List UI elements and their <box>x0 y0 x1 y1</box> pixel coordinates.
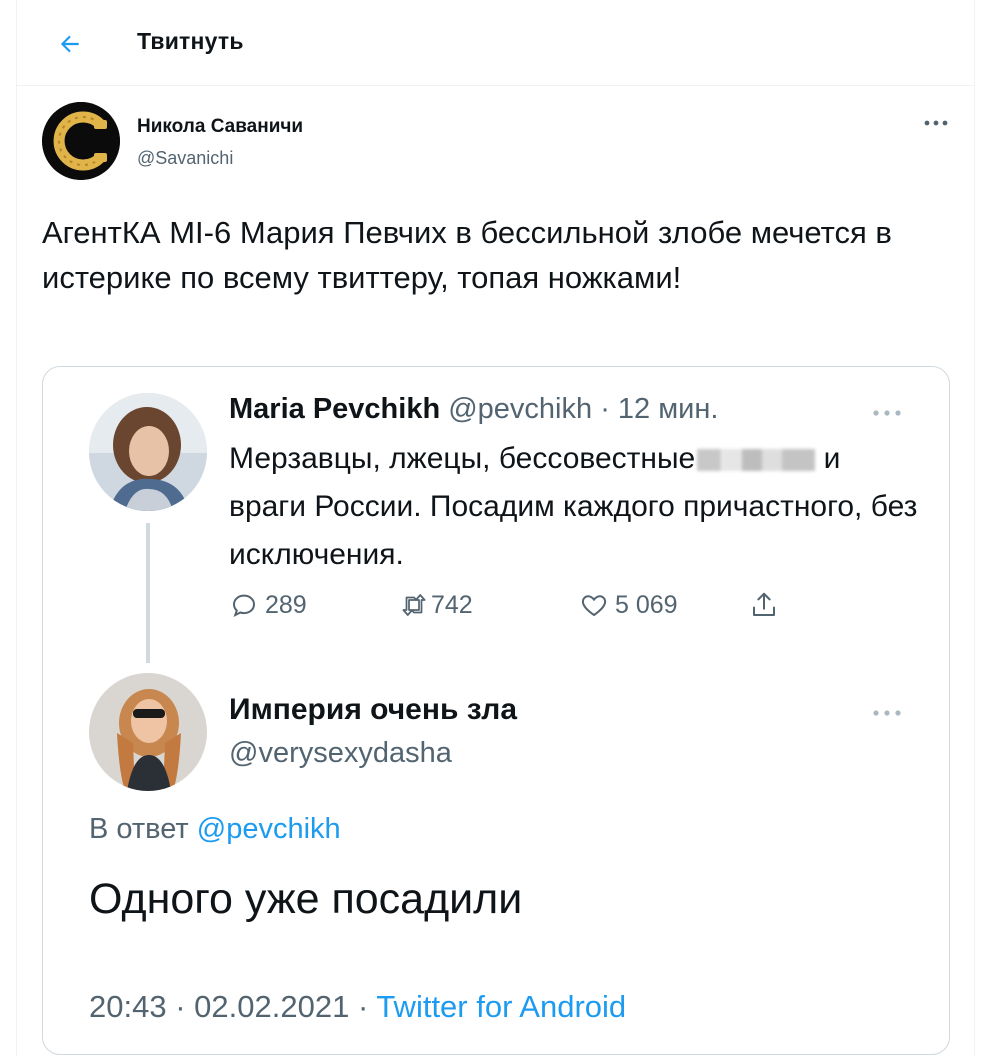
back-button[interactable] <box>48 22 92 66</box>
quoted-separator-3: · <box>357 989 369 1024</box>
quoted-avatar-2 <box>89 673 207 791</box>
reply-action: 289 <box>229 587 307 623</box>
reply-bubble-icon <box>232 594 256 617</box>
quoted-handle-2: @verysexydasha <box>229 737 452 769</box>
quoted-separator-1: · <box>600 393 610 425</box>
page-title: Твитнуть <box>137 28 244 54</box>
blurred-word <box>697 449 816 472</box>
quoted-header-1: Maria Pevchikh @pevchikh · 12 мин. <box>229 393 718 426</box>
quoted-time-1: 12 мин. <box>617 393 719 425</box>
quoted-name-2: Империя очень зла <box>229 693 518 726</box>
quoted-avatar-1 <box>89 393 207 511</box>
quoted-timestamp: 20:43 · 02.02.2021 · Twitter for Android <box>89 989 626 1025</box>
embedded-screenshot: Maria Pevchikh @pevchikh · 12 мин. Мерза… <box>42 366 950 1055</box>
heart-icon <box>581 595 607 617</box>
retweet-icon <box>402 594 426 616</box>
quoted-more-icon-2 <box>869 701 905 725</box>
more-dots-icon <box>924 120 948 126</box>
share-icon <box>753 592 775 616</box>
horseshoe-logo-icon <box>42 102 120 180</box>
arrow-left-icon <box>60 35 79 53</box>
reply-count: 289 <box>265 590 307 619</box>
retweet-count: 742 <box>431 590 473 619</box>
reply-prefix: В ответ <box>89 813 189 845</box>
quoted-action-bar: 289 742 5 069 <box>229 587 829 623</box>
more-dots-icon <box>873 410 901 416</box>
quoted-handle-1: @pevchikh <box>448 393 593 425</box>
quoted-time-2: 20:43 <box>89 989 167 1024</box>
more-dots-icon <box>873 710 901 716</box>
retweet-action: 742 <box>399 587 473 623</box>
quoted-source: Twitter for Android <box>376 989 627 1024</box>
quoted-separator-2: · <box>175 989 186 1024</box>
author-avatar[interactable] <box>42 102 120 180</box>
more-options-button[interactable] <box>918 108 954 138</box>
quoted-more-icon-1 <box>869 401 905 425</box>
like-count: 5 069 <box>615 590 678 619</box>
quoted-name-1: Maria Pevchikh <box>229 393 441 425</box>
tweet-text: АгентКА MI-6 Мария Певчих в бессильной з… <box>42 215 892 295</box>
thread-connector <box>146 523 150 663</box>
reply-mention: @pevchikh <box>196 813 341 845</box>
author-name[interactable]: Никола Саваничи <box>137 116 303 138</box>
share-action <box>749 587 779 623</box>
quoted-text-1: Мерзавцы, лжецы, бессовестные и враги Ро… <box>229 435 919 579</box>
quoted-text-1-part1: Мерзавцы, лжецы, бессовестные <box>229 442 696 475</box>
quoted-date-2: 02.02.2021 <box>194 989 350 1024</box>
reply-context: В ответ @pevchikh <box>89 813 341 846</box>
like-action: 5 069 <box>579 587 678 623</box>
page-header: Твитнуть <box>16 0 975 86</box>
author-handle[interactable]: @Savanichi <box>137 148 233 169</box>
quoted-text-2: Одного уже посадили <box>89 875 523 923</box>
